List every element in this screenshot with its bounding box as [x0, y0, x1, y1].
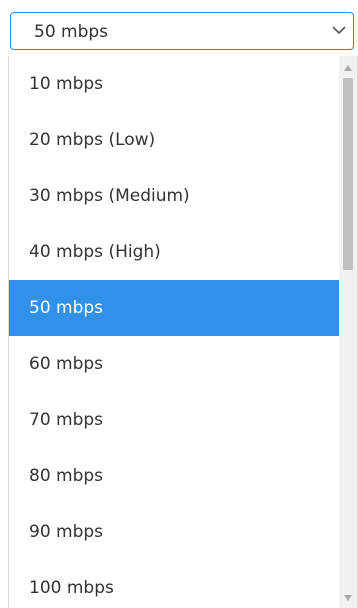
option-40-mbps-high[interactable]: 40 mbps (High) — [9, 224, 339, 280]
dropdown-list: 10 mbps 20 mbps (Low) 30 mbps (Medium) 4… — [8, 56, 358, 608]
chevron-down-icon[interactable] — [331, 24, 347, 36]
vertical-scrollbar[interactable] — [339, 56, 357, 608]
scrollbar-thumb[interactable] — [343, 78, 353, 270]
option-50-mbps[interactable]: 50 mbps — [9, 280, 339, 336]
option-90-mbps[interactable]: 90 mbps — [9, 504, 339, 560]
bandwidth-select[interactable]: 50 mbps — [10, 12, 354, 50]
scroll-up-arrow-icon[interactable] — [343, 64, 353, 72]
option-60-mbps[interactable]: 60 mbps — [9, 336, 339, 392]
select-value: 50 mbps — [34, 22, 109, 42]
option-70-mbps[interactable]: 70 mbps — [9, 392, 339, 448]
option-80-mbps[interactable]: 80 mbps — [9, 448, 339, 504]
option-10-mbps[interactable]: 10 mbps — [9, 56, 339, 112]
option-100-mbps[interactable]: 100 mbps — [9, 560, 339, 608]
scroll-down-arrow-icon[interactable] — [343, 594, 353, 602]
option-30-mbps-medium[interactable]: 30 mbps (Medium) — [9, 168, 339, 224]
option-20-mbps-low[interactable]: 20 mbps (Low) — [9, 112, 339, 168]
